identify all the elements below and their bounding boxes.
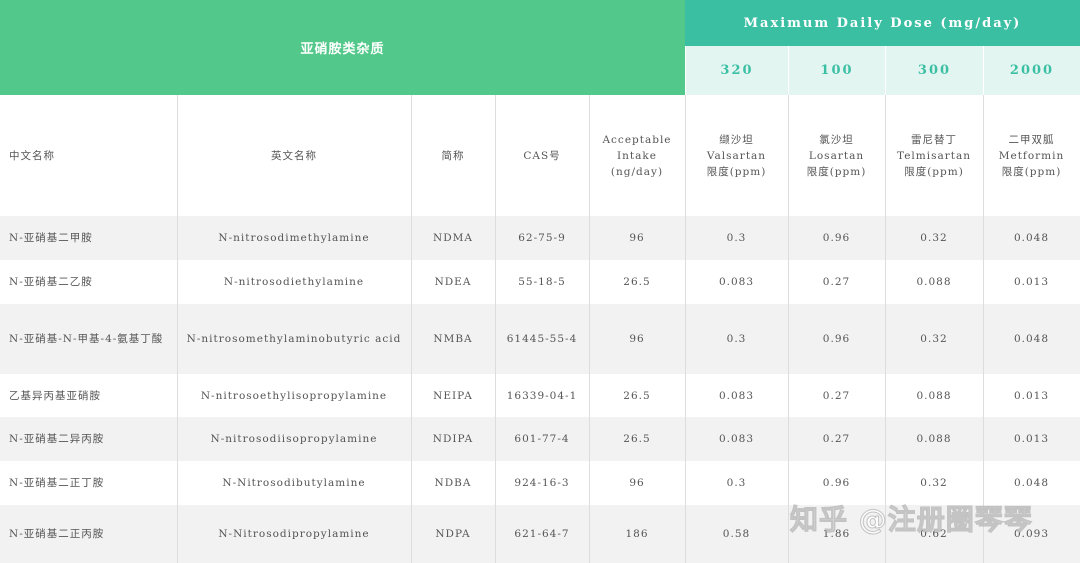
cell-metformin-limit: 0.048 bbox=[1013, 333, 1050, 345]
cell-acceptable-intake: 26.5 bbox=[623, 433, 651, 445]
cell-metformin-limit: 0.013 bbox=[1013, 389, 1050, 402]
cell-telmisartan-limit: 0.32 bbox=[920, 232, 948, 244]
cell-acceptable-intake: 26.5 bbox=[623, 276, 651, 288]
cell-valsartan-limit: 0.3 bbox=[726, 333, 747, 345]
cell-telmisartan-limit: 0.088 bbox=[916, 433, 952, 445]
cell-english-name: N-nitrosoethylisopropylamine bbox=[200, 389, 388, 402]
column-header-valsartan-limit: 缬沙坦 Valsartan 限度(ppm) bbox=[706, 133, 767, 178]
cell-cas-number: 16339-04-1 bbox=[506, 389, 578, 402]
cell-metformin-limit: 0.013 bbox=[1013, 433, 1050, 445]
cell-cas-number: 61445-55-4 bbox=[506, 333, 578, 345]
cell-english-name: N-nitrosodiethylamine bbox=[223, 276, 365, 288]
cell-cas-number: 62-75-9 bbox=[518, 232, 566, 244]
cell-losartan-limit: 0.96 bbox=[822, 333, 851, 345]
cell-english-name: N-nitrosomethylaminobutyric acid bbox=[186, 333, 402, 345]
impurity-group-header: 亚硝胺类杂质 bbox=[0, 0, 685, 95]
column-header-losartan-limit: 氯沙坦 Losartan 限度(ppm) bbox=[806, 133, 867, 178]
cell-english-name: N-Nitrosodibutylamine bbox=[222, 477, 366, 489]
cell-cas-number: 621-64-7 bbox=[514, 528, 570, 540]
cell-losartan-limit: 0.27 bbox=[822, 389, 851, 402]
cell-cas-number: 924-16-3 bbox=[514, 477, 570, 489]
cell-valsartan-limit: 0.3 bbox=[726, 477, 747, 489]
cell-abbreviation: NMBA bbox=[433, 333, 473, 345]
cell-abbreviation: NDBA bbox=[434, 477, 472, 489]
cell-english-name: N-nitrosodimethylamine bbox=[218, 232, 370, 244]
dose-valsartan: 320 bbox=[685, 46, 788, 95]
cell-chinese-name: N-亚硝基二甲胺 bbox=[9, 232, 93, 244]
cell-losartan-limit: 0.27 bbox=[822, 433, 851, 445]
cell-abbreviation: NDEA bbox=[434, 276, 472, 288]
cell-cas-number: 55-18-5 bbox=[518, 276, 566, 288]
cell-chinese-name: N-亚硝基二异丙胺 bbox=[9, 433, 105, 445]
cell-valsartan-limit: 0.083 bbox=[718, 389, 755, 402]
dose-telmisartan: 300 bbox=[885, 46, 983, 95]
cell-abbreviation: NDMA bbox=[433, 232, 473, 244]
cell-acceptable-intake: 186 bbox=[625, 528, 649, 540]
cell-abbreviation: NDPA bbox=[435, 528, 471, 540]
cell-metformin-limit: 0.048 bbox=[1013, 232, 1050, 244]
cell-chinese-name: N-亚硝基-N-甲基-4-氨基丁酸 bbox=[9, 333, 164, 345]
cell-chinese-name: N-亚硝基二正丁胺 bbox=[9, 477, 105, 489]
cell-acceptable-intake: 96 bbox=[629, 232, 645, 244]
cell-acceptable-intake: 26.5 bbox=[623, 389, 651, 402]
dose-losartan: 100 bbox=[788, 46, 885, 95]
cell-telmisartan-limit: 0.088 bbox=[916, 389, 952, 402]
max-daily-dose-header: Maximum Daily Dose (mg/day) bbox=[685, 0, 1080, 46]
column-header-metformin-limit: 二甲双胍 Metformin 限度(ppm) bbox=[998, 133, 1065, 178]
cell-valsartan-limit: 0.083 bbox=[718, 433, 755, 445]
cell-telmisartan-limit: 0.088 bbox=[916, 276, 952, 288]
watermark: 知乎 @注册圈琴琴 bbox=[790, 503, 1033, 537]
cell-acceptable-intake: 96 bbox=[629, 333, 645, 345]
cell-valsartan-limit: 0.083 bbox=[718, 276, 755, 288]
cell-english-name: N-nitrosodiisopropylamine bbox=[210, 433, 378, 445]
cell-chinese-name: N-亚硝基二正丙胺 bbox=[9, 528, 105, 540]
cell-abbreviation: NDIPA bbox=[432, 433, 474, 445]
cell-cas-number: 601-77-4 bbox=[514, 433, 570, 445]
column-header-cas-number: CAS号 bbox=[523, 149, 561, 162]
cell-english-name: N-Nitrosodipropylamine bbox=[218, 528, 370, 540]
dose-metformin: 2000 bbox=[983, 46, 1080, 95]
cell-chinese-name: N-亚硝基二乙胺 bbox=[9, 276, 93, 288]
cell-chinese-name: 乙基异丙基亚硝胺 bbox=[9, 389, 101, 402]
column-header-telmisartan-limit: 雷尼替丁 Telmisartan 限度(ppm) bbox=[897, 133, 971, 178]
cell-losartan-limit: 0.27 bbox=[822, 276, 851, 288]
cell-acceptable-intake: 96 bbox=[629, 477, 645, 489]
cell-valsartan-limit: 0.58 bbox=[722, 528, 751, 540]
column-header-english-name: 英文名称 bbox=[271, 149, 317, 162]
cell-telmisartan-limit: 0.32 bbox=[920, 333, 948, 345]
cell-losartan-limit: 0.96 bbox=[822, 232, 851, 244]
column-header-chinese-name: 中文名称 bbox=[9, 149, 55, 162]
column-header-abbreviation: 简称 bbox=[441, 149, 465, 162]
column-header-acceptable-intake: Acceptable Intake (ng/day) bbox=[602, 133, 672, 178]
cell-valsartan-limit: 0.3 bbox=[726, 232, 747, 244]
cell-metformin-limit: 0.013 bbox=[1013, 276, 1050, 288]
cell-abbreviation: NEIPA bbox=[433, 389, 473, 402]
